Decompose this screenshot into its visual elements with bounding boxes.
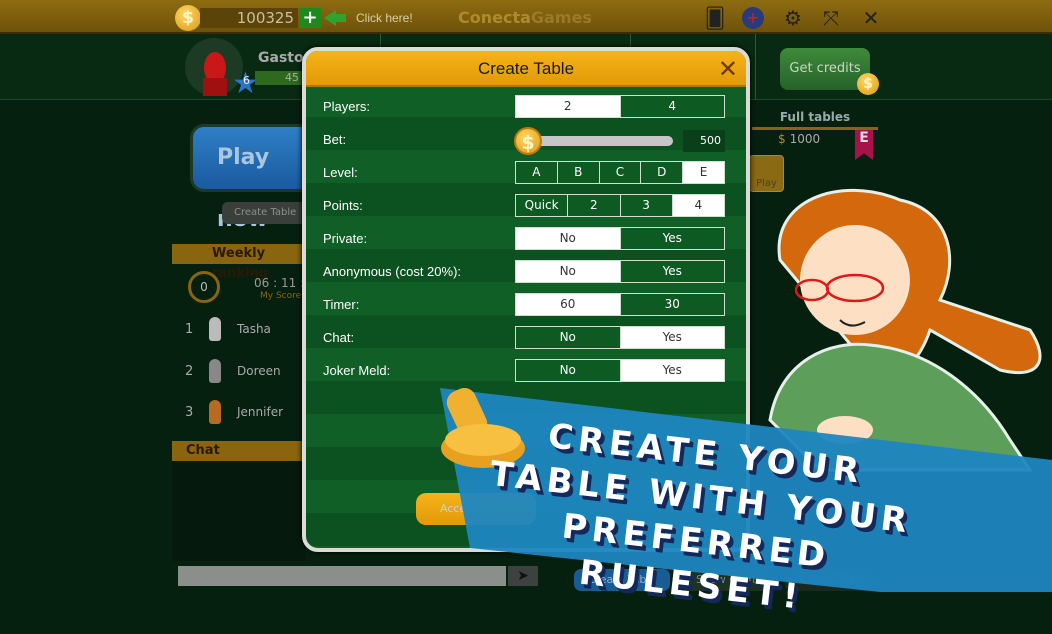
character-illustration xyxy=(768,188,1042,472)
